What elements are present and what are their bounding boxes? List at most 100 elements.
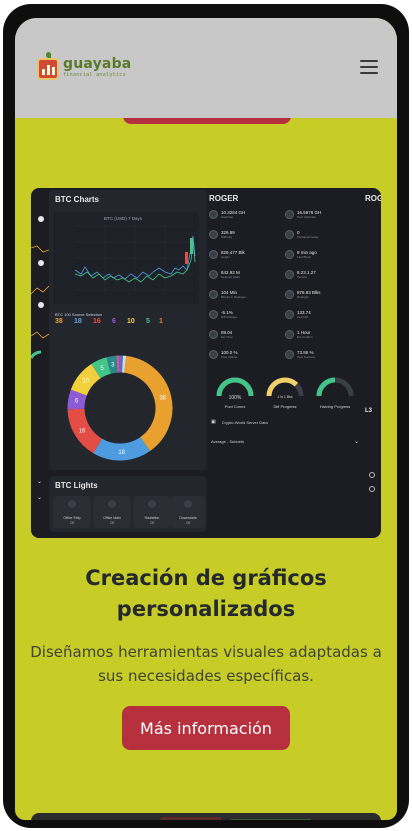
server-icon: ▣ xyxy=(211,419,216,425)
bitcoin-icon xyxy=(285,210,294,219)
gauge-value: 100% xyxy=(228,395,242,401)
bitcoin-icon xyxy=(285,250,294,259)
light-card[interactable]: Office Strip Off xyxy=(53,496,91,528)
source-donut-chart: 38181661053 xyxy=(67,355,173,461)
next-section-image xyxy=(31,813,381,820)
bulb-icon xyxy=(184,500,192,508)
brand-tagline: financial analytics xyxy=(63,71,126,78)
partial-label: L3 xyxy=(365,408,373,414)
roger-stat: 16.5978 GH Pool Hashrate xyxy=(285,210,321,219)
section-description: Diseñamos herramientas visuales adaptada… xyxy=(30,643,382,685)
chevron-down-icon[interactable]: ⌄ xyxy=(37,478,42,485)
brand-logo[interactable]: guayaba financial analytics xyxy=(36,52,131,82)
stat-value: 16 xyxy=(93,318,101,325)
stats-row: 38 18 16 6 10 5 1 xyxy=(55,318,205,330)
stat-value: 10 xyxy=(127,318,135,325)
roger-stat-label: Pool Success xyxy=(297,355,316,359)
roger-stat-label: Retarget xyxy=(297,295,309,299)
bulb-icon xyxy=(148,500,156,508)
stat-value: 5 xyxy=(146,318,150,325)
bulb-icon xyxy=(68,500,76,508)
btc-charts-title: BTC Charts xyxy=(55,195,100,204)
stat-value: 6 xyxy=(112,318,116,325)
roger-stat-label: Est Confirm xyxy=(297,335,313,339)
roger-stat: 1 Hour Est Confirm xyxy=(285,330,313,339)
roger-stat: 89.04 Est Time xyxy=(209,330,233,339)
bitcoin-icon xyxy=(209,230,218,239)
donut-label: 10 xyxy=(82,378,89,384)
settings-icon[interactable] xyxy=(369,486,375,492)
settings-icon[interactable] xyxy=(369,472,375,478)
bitcoin-icon xyxy=(209,330,218,339)
light-card-label: Office Strip xyxy=(63,516,81,520)
bitcoin-icon xyxy=(285,270,294,279)
btc-price-chart: BTC (USD) 7 Days xyxy=(53,212,199,304)
roger-stat-label: Version xyxy=(297,275,308,279)
server-data-row: ▣ Crypto-World Server Data xyxy=(211,418,359,426)
light-card-label: Office Main xyxy=(103,516,121,520)
gauge-fill xyxy=(266,377,299,397)
roger-title: ROGER xyxy=(209,194,239,203)
roger-stat-label: Height xyxy=(221,255,230,259)
section-title: Creación de gráficos personalizados xyxy=(85,566,327,621)
roger-stat-label: Network Hash xyxy=(221,275,240,279)
bitcoin-icon xyxy=(285,310,294,319)
site-header: guayaba financial analytics xyxy=(15,18,397,118)
bulb-icon xyxy=(108,500,116,508)
roger-stat: 829,477 Blk Height xyxy=(209,250,245,259)
roger-stat: 842.92 M Network Hash xyxy=(209,270,240,279)
bitcoin-icon xyxy=(209,350,218,359)
server-line-text: Crypto-World Server Data xyxy=(221,419,268,425)
roger-stat-label: Diff Change xyxy=(221,315,237,319)
gauge-label: Halving Progress xyxy=(319,404,351,409)
roger-stat: 878.93 Blks Retarget xyxy=(285,290,321,299)
roger-stat: 326.89 Difficulty xyxy=(209,230,235,239)
roger-stat: 10.3284 GH Hashrate xyxy=(209,210,245,219)
bitcoin-icon xyxy=(209,270,218,279)
brand-name: guayaba xyxy=(63,55,132,72)
bitcoin-icon xyxy=(285,330,294,339)
roger-stat-label: Last Diff xyxy=(297,315,308,319)
light-card-state: Off xyxy=(149,521,155,525)
light-card[interactable]: Downstairs Off xyxy=(171,496,205,528)
stats-caption: BTC 100 Source Selection xyxy=(55,312,103,317)
bitcoin-icon xyxy=(285,230,294,239)
roger-stat: 9 min ago Last Block xyxy=(285,250,317,259)
gauge-value: 1 in 1 Bks xyxy=(277,395,293,399)
roger-stat: 0 Orphaned today xyxy=(285,230,319,239)
gauge-fill xyxy=(316,377,336,397)
light-card-state: Off xyxy=(69,521,75,525)
more-info-button[interactable]: Más información xyxy=(122,706,290,750)
roger-stat: 104 Min Blocks to Retarget xyxy=(209,290,246,299)
chevron-down-icon: ⌄ xyxy=(353,438,359,445)
left-partial-chart xyxy=(31,245,49,359)
roger-stat-label: Pool Uptime xyxy=(221,355,238,359)
dashboard-screenshot: BTC Charts BTC (USD) 7 Days BTC 100 Sour… xyxy=(31,188,381,538)
bitcoin-icon xyxy=(209,310,218,319)
gauge-label: Pool Connx xyxy=(224,404,246,409)
roger-stat-label: Last Block xyxy=(297,255,311,259)
chevron-down-icon[interactable]: ⌄ xyxy=(37,494,42,501)
btc-lights-title: BTC Lights xyxy=(55,481,98,490)
bitcoin-icon xyxy=(209,210,218,219)
gauge-fill xyxy=(216,377,254,397)
device-frame: guayaba financial analytics BTC Charts B… xyxy=(3,4,409,828)
roger-stat-label: Hashrate xyxy=(221,215,234,219)
light-card[interactable]: Radiation Off xyxy=(133,496,171,528)
hamburger-menu-button[interactable] xyxy=(360,60,378,74)
donut-label: 38 xyxy=(159,395,166,401)
stat-value: 18 xyxy=(74,318,82,325)
subnet-dropdown[interactable]: Average - Subnets ⌄ xyxy=(211,436,359,446)
stat-value: 1 xyxy=(159,318,163,325)
roger-partial-title: ROG xyxy=(365,194,381,203)
roger-stat-label: Blocks to Retarget xyxy=(221,295,246,299)
light-card-label: Radiation xyxy=(144,516,160,520)
light-card[interactable]: Office Main Off xyxy=(93,496,131,528)
roger-stat: 133.74 Last Diff xyxy=(285,310,311,319)
logo-icon xyxy=(36,52,60,82)
donut-label: 16 xyxy=(79,428,86,434)
donut-label: 18 xyxy=(118,450,125,456)
gauge-label: Diff Progress xyxy=(273,404,297,409)
light-card-state: Off xyxy=(185,521,191,525)
screen: guayaba financial analytics BTC Charts B… xyxy=(15,18,397,820)
